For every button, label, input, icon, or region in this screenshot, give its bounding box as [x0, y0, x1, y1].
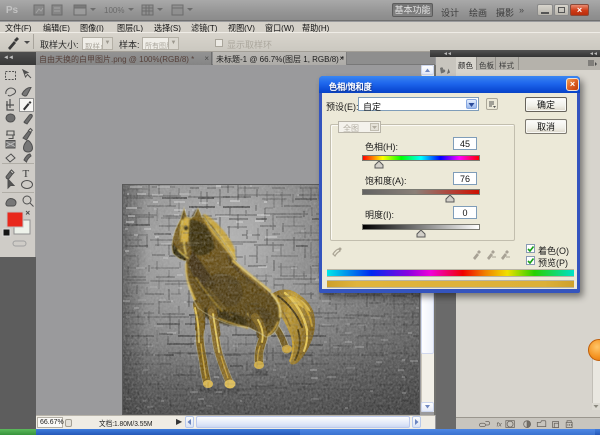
svg-text:T: T — [23, 168, 30, 180]
svg-text:100%: 100% — [104, 6, 124, 15]
svg-text:fx: fx — [496, 422, 502, 429]
